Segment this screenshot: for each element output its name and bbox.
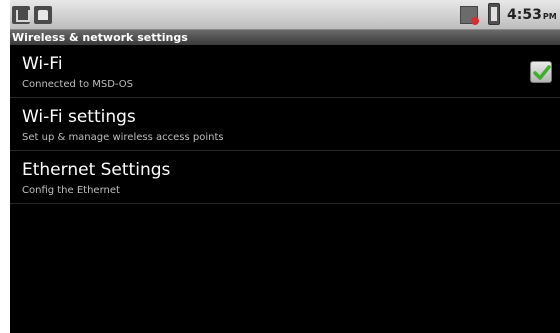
setting-title: Ethernet Settings [22, 160, 171, 180]
setting-summary: Set up & manage wireless access points [22, 132, 224, 143]
setting-row-ethernet[interactable]: Ethernet Settings Config the Ethernet [10, 152, 560, 204]
setting-summary: Connected to MSD-OS [22, 79, 134, 90]
checkmark-icon [533, 65, 551, 80]
page-title: Wireless & network settings [10, 30, 560, 45]
android-screen: 4:53PM Wireless & network settings Wi-Fi… [10, 0, 560, 333]
clock-time: 4:53 [507, 7, 542, 23]
status-bar: 4:53PM [10, 0, 560, 30]
setting-row-wifi-settings[interactable]: Wi-Fi settings Set up & manage wireless … [10, 99, 560, 151]
wifi-checkbox[interactable] [530, 61, 552, 83]
clock-ampm: PM [542, 12, 557, 21]
setting-row-wifi[interactable]: Wi-Fi Connected to MSD-OS [10, 46, 560, 98]
setting-title: Wi-Fi [22, 54, 63, 74]
sd-card-icon [34, 6, 52, 24]
setting-title: Wi-Fi settings [22, 107, 136, 127]
usb-icon [12, 6, 30, 24]
setting-summary: Config the Ethernet [22, 185, 120, 196]
battery-icon [488, 3, 500, 25]
status-clock: 4:53PM [507, 7, 557, 23]
network-icon [460, 6, 479, 25]
